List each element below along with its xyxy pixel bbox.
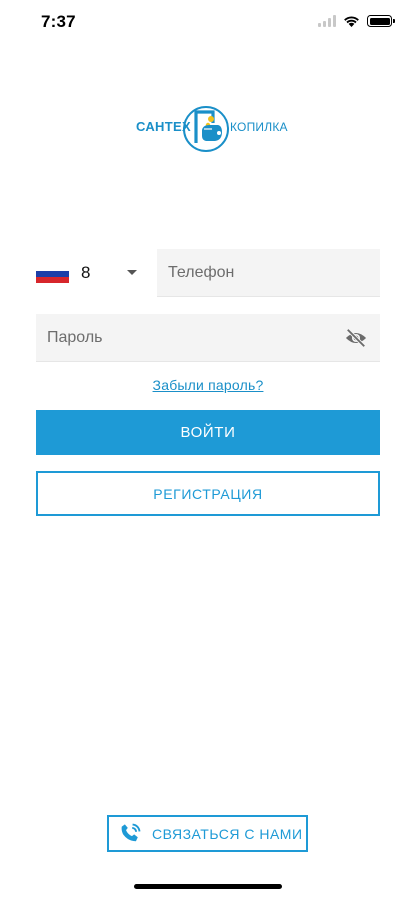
phone-row: 8 [36, 249, 380, 297]
login-button[interactable]: ВОЙТИ [36, 410, 380, 455]
cellular-signal-icon [318, 15, 336, 27]
status-icons [318, 15, 395, 27]
forgot-password-row: Забыли пароль? [0, 377, 416, 395]
eye-off-icon[interactable] [344, 327, 368, 349]
phone-call-icon [121, 823, 141, 842]
phone-input[interactable] [157, 249, 380, 297]
password-input[interactable] [36, 314, 336, 362]
piggy-wallet-logo-icon [183, 106, 229, 152]
home-indicator[interactable] [134, 884, 282, 889]
wifi-icon [344, 16, 359, 27]
logo-text-kopilka: КОПИЛКА [230, 120, 288, 134]
chevron-down-icon[interactable] [127, 270, 137, 275]
status-time: 7:37 [41, 12, 76, 31]
contact-us-button[interactable]: СВЯЗАТЬСЯ С НАМИ [107, 815, 308, 852]
country-code[interactable]: 8 [81, 263, 90, 283]
forgot-password-link[interactable]: Забыли пароль? [153, 377, 264, 393]
status-bar: 7:37 [0, 0, 416, 46]
app-logo: САНТЕХ КОПИЛКА [136, 103, 288, 155]
register-button[interactable]: РЕГИСТРАЦИЯ [36, 471, 380, 516]
country-flag-russia[interactable] [36, 265, 69, 283]
battery-icon [367, 15, 395, 27]
contact-us-label: СВЯЗАТЬСЯ С НАМИ [152, 825, 303, 842]
password-field[interactable] [36, 314, 380, 362]
